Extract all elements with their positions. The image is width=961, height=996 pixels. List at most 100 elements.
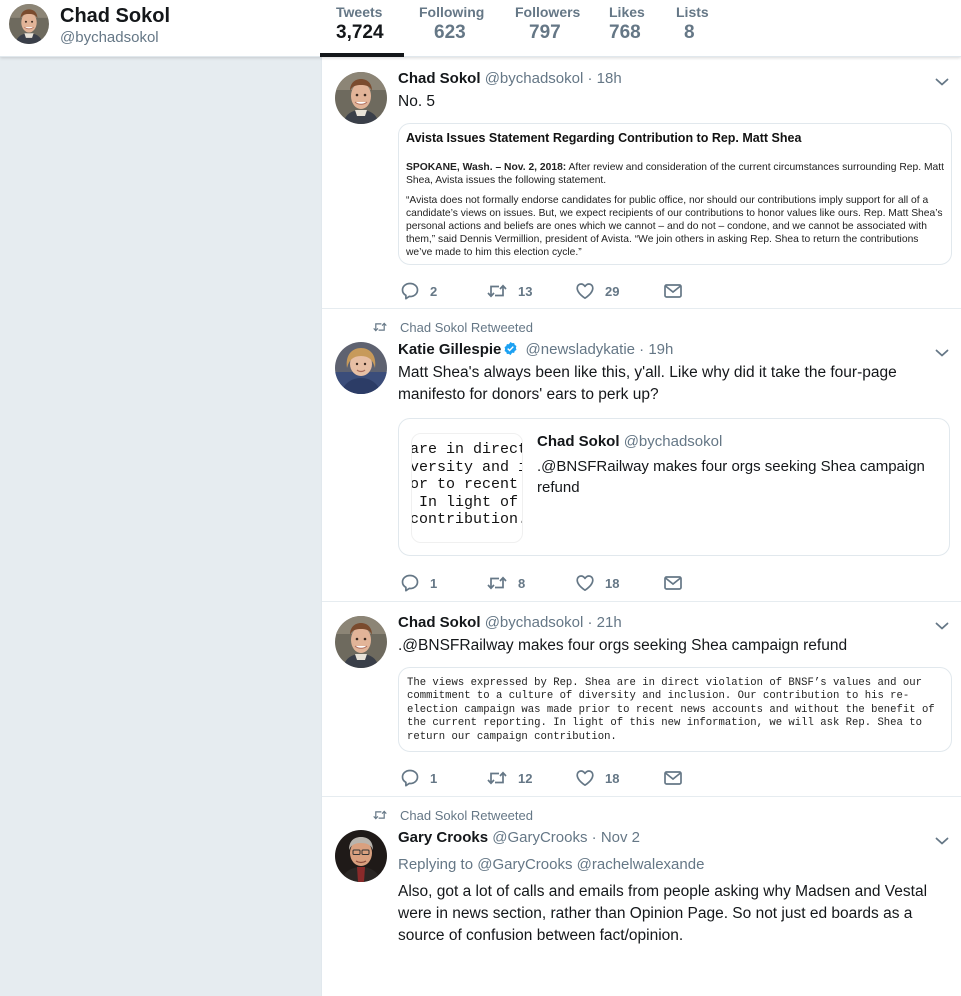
chevron-down-icon[interactable] xyxy=(934,833,950,849)
direct-message-button[interactable] xyxy=(663,573,693,593)
stat-lists-label: Lists xyxy=(676,4,709,20)
profile-header-bar: Chad Sokol @bychadsokol Tweets 3,724 Fol… xyxy=(0,0,961,57)
tweet-image[interactable]: The views expressed by Rep. Shea are in … xyxy=(398,667,952,752)
replying-to-handles[interactable]: @GaryCrooks @rachelwalexande xyxy=(477,856,704,873)
direct-message-button[interactable] xyxy=(663,281,693,301)
tweet[interactable]: Chad Sokol @bychadsokol · 21h .@BNSFRail… xyxy=(322,602,961,797)
quoted-tweet-thumbnail: are in direct versity and i or to recent… xyxy=(411,433,523,543)
reply-button[interactable]: 1 xyxy=(400,573,437,593)
image-doc-intro: SPOKANE, Wash. – Nov. 2, 2018: After rev… xyxy=(406,161,944,187)
author-name[interactable]: Katie Gillespie xyxy=(398,341,501,358)
reply-count: 1 xyxy=(430,575,438,591)
tweet-header: Chad Sokol @bychadsokol · 21h xyxy=(398,614,622,631)
avatar[interactable] xyxy=(335,830,387,882)
tweet-text: Also, got a lot of calls and emails from… xyxy=(398,883,928,944)
envelope-icon xyxy=(663,573,683,593)
active-tab-indicator xyxy=(320,53,404,57)
stat-likes-label: Likes xyxy=(609,4,645,20)
image-doc-body: “Avista does not formally endorse candid… xyxy=(406,195,943,258)
tweet[interactable]: Chad Sokol @bychadsokol · 18h No. 5 Avis… xyxy=(322,57,961,309)
tweet-text: No. 5 xyxy=(398,93,436,110)
reply-button[interactable]: 2 xyxy=(400,281,437,301)
retweeted-by-label[interactable]: Chad Sokol Retweeted xyxy=(400,808,533,823)
author-handle[interactable]: @GaryCrooks xyxy=(492,829,587,846)
avatar[interactable] xyxy=(335,616,387,668)
like-button[interactable]: 29 xyxy=(575,281,619,301)
tweet-time[interactable]: 18h xyxy=(597,70,622,87)
author-handle[interactable]: @newsladykatie xyxy=(526,341,635,358)
reply-icon xyxy=(400,281,420,301)
stat-following-label: Following xyxy=(419,4,485,20)
like-icon xyxy=(575,573,595,593)
left-sidebar-area xyxy=(0,57,321,996)
stat-following-value: 623 xyxy=(434,22,466,43)
stat-followers-value: 797 xyxy=(529,22,561,43)
quoted-tweet-text: .@BNSFRailway makes four orgs seeking Sh… xyxy=(537,458,925,496)
author-name[interactable]: Chad Sokol xyxy=(398,70,481,87)
author-name[interactable]: Gary Crooks xyxy=(398,829,488,846)
retweet-button[interactable]: 12 xyxy=(486,768,532,788)
tweet-actions: 1 12 18 xyxy=(398,768,718,788)
tweet-actions: 1 8 18 xyxy=(398,573,718,593)
retweeted-by-line: Chad Sokol Retweeted xyxy=(372,320,533,335)
stat-lists[interactable]: Lists 8 xyxy=(676,4,709,44)
stat-followers-label: Followers xyxy=(515,4,581,20)
retweet-icon xyxy=(372,320,388,334)
stat-likes[interactable]: Likes 768 xyxy=(609,4,645,44)
like-count: 18 xyxy=(605,770,620,786)
verified-badge-icon xyxy=(504,341,517,356)
retweet-icon xyxy=(486,768,508,788)
quoted-tweet[interactable]: are in direct versity and i or to recent… xyxy=(398,418,950,556)
retweet-button[interactable]: 13 xyxy=(486,281,532,301)
tweet-text: Matt Shea's always been like this, y'all… xyxy=(398,364,897,403)
reply-count: 1 xyxy=(430,770,438,786)
separator-dot: · xyxy=(591,829,597,846)
like-count: 29 xyxy=(605,283,620,299)
tweet-time[interactable]: 21h xyxy=(597,614,622,631)
reply-button[interactable]: 1 xyxy=(400,768,437,788)
profile-avatar[interactable] xyxy=(9,4,49,44)
author-name[interactable]: Chad Sokol xyxy=(398,614,481,631)
tweet[interactable]: Chad Sokol Retweeted Katie Gillespie @ne… xyxy=(322,309,961,602)
quoted-tweet-header: Chad Sokol @bychadsokol xyxy=(537,433,722,450)
retweet-icon xyxy=(372,808,388,822)
profile-name[interactable]: Chad Sokol xyxy=(60,5,170,28)
retweeted-by-label[interactable]: Chad Sokol Retweeted xyxy=(400,320,533,335)
retweet-count: 8 xyxy=(518,575,526,591)
quoted-thumbnail-text: are in direct versity and i or to recent… xyxy=(411,441,523,528)
replying-to-line: Replying to @GaryCrooks @rachelwalexande xyxy=(398,856,704,873)
replying-to-label: Replying to xyxy=(398,856,474,873)
tweet-time[interactable]: 19h xyxy=(648,341,673,358)
like-button[interactable]: 18 xyxy=(575,573,619,593)
author-handle[interactable]: @bychadsokol xyxy=(485,614,584,631)
tweet-time[interactable]: Nov 2 xyxy=(601,829,640,846)
stat-tweets[interactable]: Tweets 3,724 xyxy=(336,4,384,44)
quoted-author-name: Chad Sokol xyxy=(537,433,620,450)
reply-icon xyxy=(400,573,420,593)
chevron-down-icon[interactable] xyxy=(934,618,950,634)
separator-dot: · xyxy=(587,70,593,87)
direct-message-button[interactable] xyxy=(663,768,693,788)
avatar[interactable] xyxy=(335,342,387,394)
author-handle[interactable]: @bychadsokol xyxy=(485,70,584,87)
retweet-icon xyxy=(486,281,508,301)
tweet[interactable]: Chad Sokol Retweeted Gary Crooks @GaryCr… xyxy=(322,797,961,996)
tweet-header: Gary Crooks @GaryCrooks · Nov 2 xyxy=(398,829,640,846)
like-button[interactable]: 18 xyxy=(575,768,619,788)
retweet-button[interactable]: 8 xyxy=(486,573,525,593)
like-count: 18 xyxy=(605,575,620,591)
stat-tweets-value: 3,724 xyxy=(336,22,384,43)
separator-dot: · xyxy=(587,614,593,631)
stat-following[interactable]: Following 623 xyxy=(419,4,484,44)
tweet-actions: 2 13 29 xyxy=(398,281,718,301)
avatar[interactable] xyxy=(335,72,387,124)
quoted-author-handle: @bychadsokol xyxy=(623,433,723,450)
chevron-down-icon[interactable] xyxy=(934,345,950,361)
image-doc-dateline: SPOKANE, Wash. – Nov. 2, 2018: xyxy=(406,162,567,173)
reply-icon xyxy=(400,768,420,788)
tweet-header: Katie Gillespie @newsladykatie · 19h xyxy=(398,341,673,358)
stat-followers[interactable]: Followers 797 xyxy=(515,4,580,44)
tweet-image[interactable]: Avista Issues Statement Regarding Contri… xyxy=(398,123,952,265)
chevron-down-icon[interactable] xyxy=(934,74,950,90)
retweet-icon xyxy=(486,573,508,593)
